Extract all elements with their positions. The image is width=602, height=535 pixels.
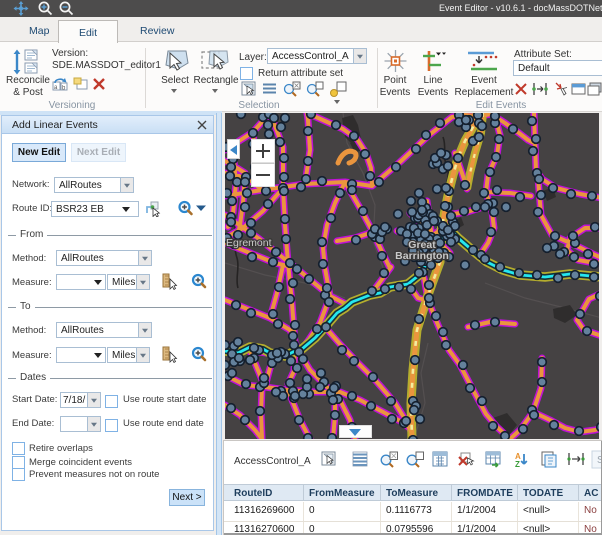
svg-text:Egremont: Egremont — [226, 237, 272, 249]
svg-text:Z: Z — [515, 460, 520, 469]
svg-text:Barrington: Barrington — [395, 250, 449, 262]
